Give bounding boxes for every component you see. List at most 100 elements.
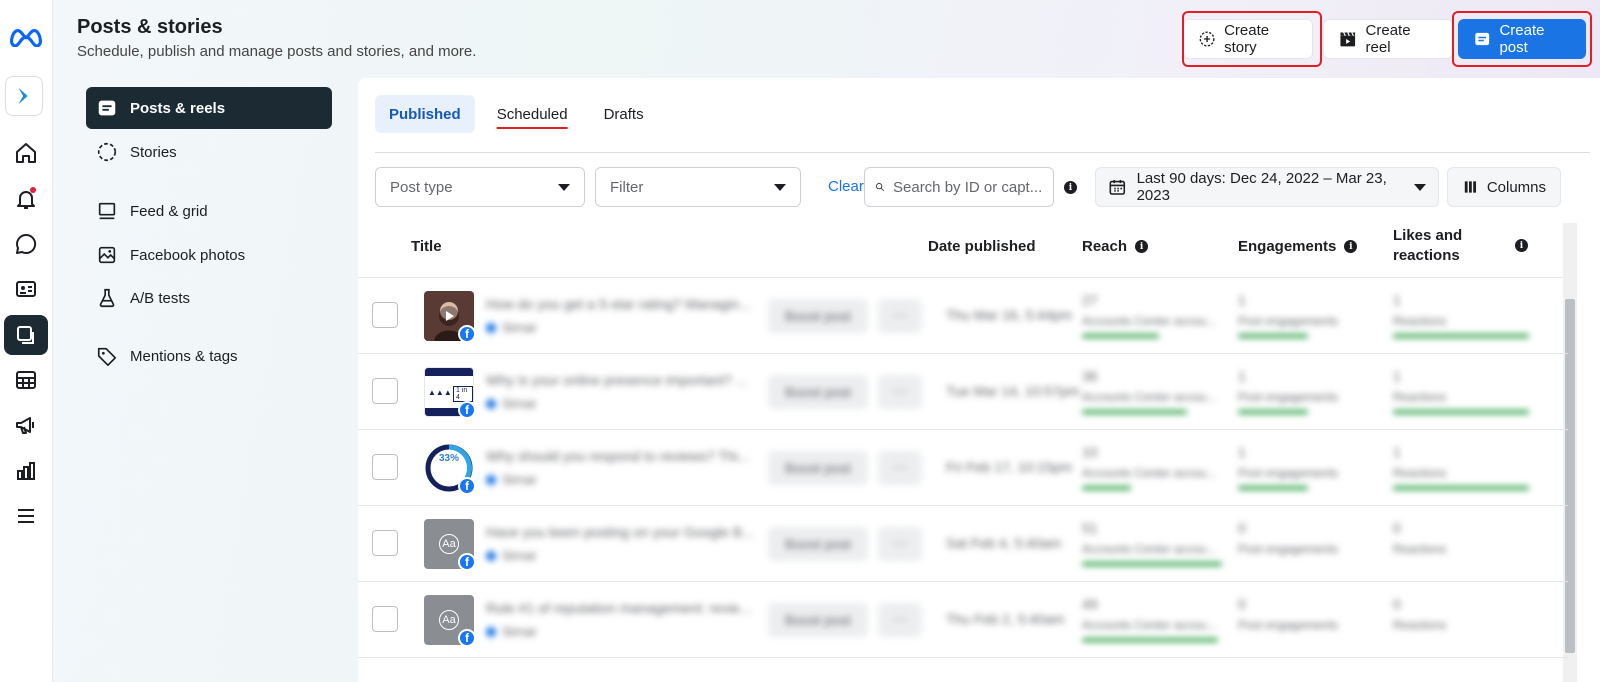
post-title[interactable]: How do you get a 5-star rating? Managin.… [486,296,756,312]
column-header-reach[interactable]: Reach i [1082,238,1149,255]
reach-cell: 10 Accounts Center accou... [1082,444,1222,490]
left-rail [0,0,53,682]
post-author: Sirnar [486,396,537,411]
likes-cell: 1 Reactions [1393,368,1533,414]
column-header-title[interactable]: Title [411,238,442,255]
reach-value: 27 [1082,292,1098,308]
search-input[interactable] [893,178,1043,196]
subnav-item-ab-tests[interactable]: A/B tests [86,277,332,319]
menu-icon[interactable] [4,496,48,536]
app-icon[interactable] [5,76,43,116]
table-row[interactable]: Aa f Rule #1 of reputation management: r… [358,582,1568,658]
subnav-item-posts-reels[interactable]: Posts & reels [86,87,332,129]
more-options-button[interactable]: ··· [878,603,922,637]
engagements-bar [1238,486,1308,490]
subnav-item-mentions-tags[interactable]: Mentions & tags [86,335,332,377]
create-story-label: Create story [1224,22,1270,56]
more-options-button[interactable]: ··· [878,451,922,485]
facebook-icon: f [458,629,476,647]
boost-post-button[interactable]: Boost post [768,451,868,485]
reach-label: Accounts Center accou... [1082,542,1217,556]
post-title[interactable]: Why should you respond to reviews? Thi..… [486,448,756,464]
info-icon[interactable]: i [1515,239,1528,252]
column-header-engagements[interactable]: Engagements i [1238,238,1358,255]
table-row[interactable]: 33% f Why should you respond to reviews?… [358,430,1568,506]
engagements-cell: 1 Post engagements [1238,292,1378,338]
table-row[interactable]: Aa f Have you been posting on your Googl… [358,506,1568,582]
notification-dot [30,187,36,193]
text-post-icon: Aa [439,534,459,554]
megaphone-icon[interactable] [4,405,48,445]
subnav-item-stories[interactable]: Stories [86,131,332,173]
likes-cell: 1 Reactions [1393,444,1533,490]
date-range-button[interactable]: Last 90 days: Dec 24, 2022 – Mar 23, 202… [1095,167,1439,207]
likes-value: 0 [1393,520,1401,536]
table-row[interactable]: f How do you get a 5-star rating? Managi… [358,278,1568,354]
tab-drafts[interactable]: Drafts [590,95,658,133]
post-author-name: Sirnar [502,320,537,335]
filter-select[interactable]: Filter [595,167,801,207]
row-checkbox[interactable] [372,378,398,404]
post-date: Tue Mar 14, 10:57pm [946,383,1080,399]
posts-icon[interactable] [4,315,48,355]
boost-post-button[interactable]: Boost post [768,299,868,333]
post-type-select[interactable]: Post type [375,167,585,207]
boost-post-button[interactable]: Boost post [768,527,868,561]
row-checkbox[interactable] [372,530,398,556]
engagements-label: Post engagements [1238,314,1339,328]
reach-bar [1082,486,1131,490]
subnav-item-facebook-photos[interactable]: Facebook photos [86,234,332,276]
table-icon[interactable] [4,360,48,400]
row-checkbox[interactable] [372,302,398,328]
post-title[interactable]: Have you been posting on your Google B..… [486,524,756,540]
tab-published[interactable]: Published [375,95,475,133]
engagements-value: 0 [1238,520,1246,536]
thumb-percent: 33% [438,453,459,464]
table-row[interactable]: ▲▲▲ 1 in 4 f Why is your online presence… [358,354,1568,430]
tab-scheduled[interactable]: Scheduled [483,95,582,133]
columns-button[interactable]: Columns [1447,167,1561,207]
filter-row: Post type Filter Clear i Last 90 days: D… [375,167,1600,207]
post-author: Sirnar [486,472,537,487]
post-title[interactable]: Rule #1 of reputation management: revie.… [486,600,756,616]
post-title[interactable]: Why is your online presence important? .… [486,372,756,388]
chat-icon[interactable] [4,224,48,264]
meta-logo-icon[interactable] [4,16,48,56]
create-post-button[interactable]: Create post [1458,19,1586,59]
post-date: Thu Mar 16, 5:44pm [946,307,1073,323]
boost-post-button[interactable]: Boost post [768,603,868,637]
row-checkbox[interactable] [372,454,398,480]
home-icon[interactable] [4,133,48,173]
date-range-label: Last 90 days: Dec 24, 2022 – Mar 23, 202… [1136,170,1387,204]
engagements-bar [1238,410,1308,414]
subnav-item-feed-grid[interactable]: Feed & grid [86,190,332,232]
contact-card-icon[interactable] [4,269,48,309]
search-box[interactable] [864,167,1054,207]
bell-icon[interactable] [4,179,48,219]
filter-value: Filter [610,178,644,196]
reach-label: Accounts Center accou... [1082,618,1217,632]
info-icon[interactable]: i [1135,240,1149,253]
engagements-label: Post engagements [1238,466,1339,480]
clear-link[interactable]: Clear [828,178,864,195]
post-author-name: Sirnar [502,548,537,563]
more-options-button[interactable]: ··· [878,299,922,333]
engagements-value: 1 [1238,444,1246,460]
more-options-button[interactable]: ··· [878,375,922,409]
likes-label: Reactions [1393,314,1447,328]
post-author-name: Sirnar [502,396,537,411]
create-reel-button[interactable]: Create reel [1323,19,1453,59]
boost-post-button[interactable]: Boost post [768,375,868,409]
column-header-date[interactable]: Date published [928,238,1036,255]
engagements-value: 1 [1238,368,1246,384]
column-header-likes[interactable]: Likes and reactions [1393,226,1462,266]
info-icon[interactable]: i [1064,181,1077,194]
more-options-button[interactable]: ··· [878,527,922,561]
info-icon[interactable]: i [1344,240,1358,253]
bar-chart-icon[interactable] [4,451,48,491]
tag-icon [97,347,117,366]
engagements-cell: 1 Post engagements [1238,368,1378,414]
create-post-label: Create post [1499,22,1545,56]
create-story-button[interactable]: Create story [1183,19,1313,59]
row-checkbox[interactable] [372,606,398,632]
